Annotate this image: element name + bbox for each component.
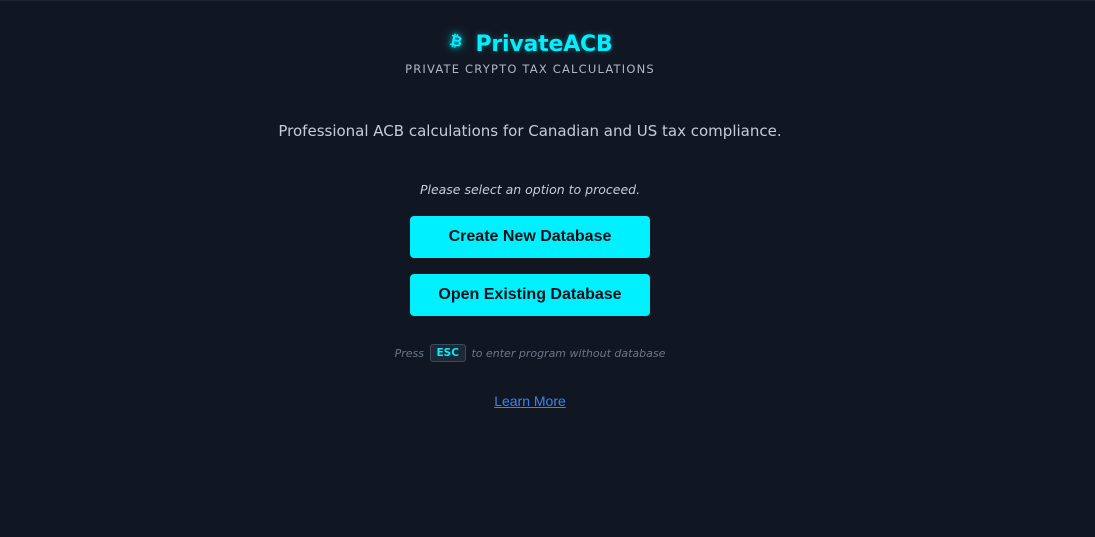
esc-hint-suffix: to enter program without database: [471, 347, 666, 360]
learn-more-container: Learn More: [0, 391, 1060, 410]
esc-key-badge: ESC: [429, 344, 466, 362]
welcome-screen: ₿ PrivateACB PRIVATE CRYPTO TAX CALCULAT…: [0, 0, 1095, 537]
brand-row: ₿ PrivateACB: [447, 30, 613, 57]
bitcoin-icon: ₿: [448, 30, 465, 51]
selection-prompt: Please select an option to proceed.: [419, 182, 641, 197]
open-database-button[interactable]: Open Existing Database: [410, 274, 650, 316]
learn-more-link[interactable]: Learn More: [494, 393, 566, 409]
app-title: PrivateACB: [475, 32, 613, 57]
brand-header: ₿ PrivateACB PRIVATE CRYPTO TAX CALCULAT…: [0, 30, 1060, 76]
esc-hint: Press ESC to enter program without datab…: [0, 344, 1060, 363]
tagline: Professional ACB calculations for Canadi…: [278, 122, 782, 140]
app-subtitle: PRIVATE CRYPTO TAX CALCULATIONS: [405, 62, 655, 76]
create-database-button[interactable]: Create New Database: [410, 216, 650, 258]
esc-hint-prefix: Press: [394, 347, 424, 360]
